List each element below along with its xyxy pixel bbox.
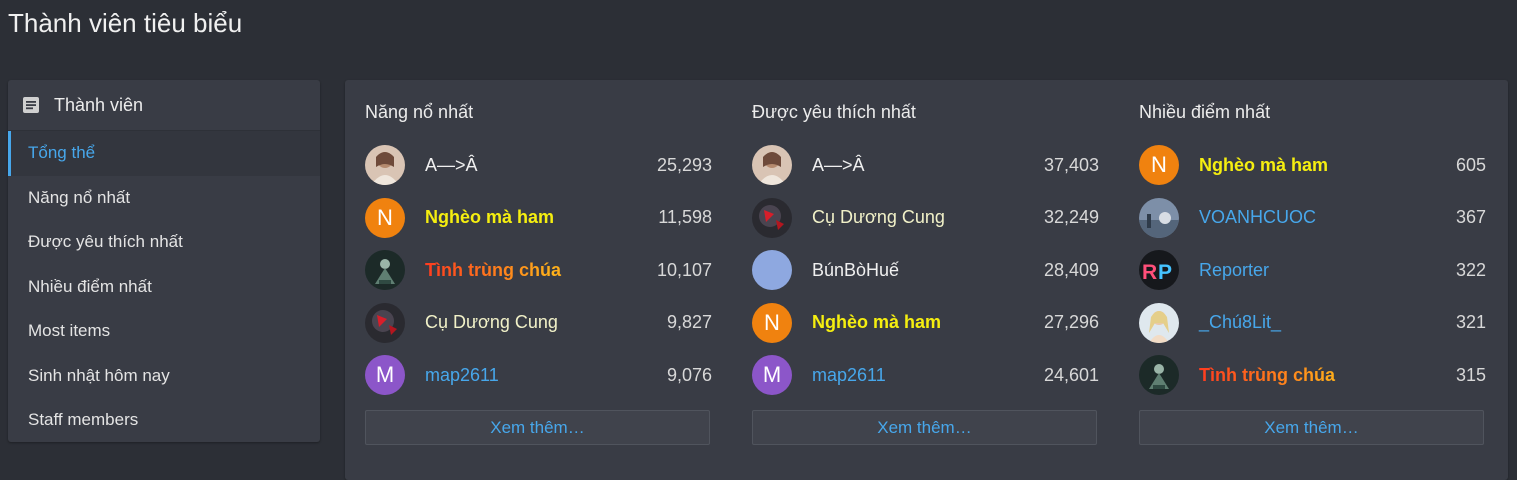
sidebar-header: Thành viên xyxy=(8,80,320,131)
member-row: Tình trùng chúa 315 xyxy=(1139,355,1486,395)
see-more-button[interactable]: Xem thêm… xyxy=(365,410,710,445)
avatar-letter: N xyxy=(377,204,393,230)
sidebar-item-nang-no-nhat[interactable]: Năng nổ nhất xyxy=(8,176,320,221)
member-value: 28,409 xyxy=(1043,259,1099,280)
avatar[interactable] xyxy=(752,145,792,185)
sidebar-item-staff-members[interactable]: Staff members xyxy=(8,398,320,443)
member-name-link[interactable]: A—>Â xyxy=(812,155,1044,176)
member-name-link[interactable]: Tình trùng chúa xyxy=(1199,365,1456,386)
avatar-letter: N xyxy=(1151,152,1167,177)
column-title: Nhiều điểm nhất xyxy=(1139,102,1271,122)
member-value: 24,601 xyxy=(1043,364,1099,385)
member-name-link[interactable]: VOANHCUOC xyxy=(1199,207,1456,228)
svg-text:R: R xyxy=(1142,261,1157,284)
member-value: 605 xyxy=(1455,154,1486,175)
avatar[interactable] xyxy=(1139,197,1179,238)
avatar-letter: M xyxy=(375,362,395,387)
member-value: 9,827 xyxy=(666,312,712,332)
sidebar: Thành viên Tổng thể Năng nổ nhất Được yê… xyxy=(8,80,320,442)
avatar[interactable]: N xyxy=(365,197,405,238)
member-value: 315 xyxy=(1455,364,1486,385)
avatar[interactable]: RP xyxy=(1139,250,1179,290)
member-row: N Nghèo mà ham 605 xyxy=(1139,145,1486,185)
page-title: Thành viên tiêu biểu xyxy=(8,8,243,38)
main-panel: Năng nổ nhất A—>Â 25,293 N Nghèo mà ham 11,59… xyxy=(345,80,1508,480)
member-name-link[interactable]: Nghèo mà ham xyxy=(812,312,1044,333)
member-name-link[interactable]: map2611 xyxy=(425,365,667,386)
sidebar-header-label: Thành viên xyxy=(54,94,144,115)
member-row: _Chú8Lit_ 321 xyxy=(1139,302,1486,343)
member-name-link[interactable]: map2611 xyxy=(812,365,1044,386)
member-name-link[interactable]: Nghèo mà ham xyxy=(425,207,658,228)
avatar[interactable]: N xyxy=(752,302,792,343)
member-name-link[interactable]: A—>Â xyxy=(425,155,657,176)
member-row: N Nghèo mà ham 27,296 xyxy=(752,302,1099,343)
avatar[interactable] xyxy=(365,250,405,290)
sidebar-item-sinh-nhat-hom-nay[interactable]: Sinh nhật hôm nay xyxy=(8,354,320,399)
column-title: Năng nổ nhất xyxy=(365,102,474,122)
see-more-button[interactable]: Xem thêm… xyxy=(1139,410,1484,445)
member-name-link[interactable]: BúnBòHuế xyxy=(812,260,1044,281)
member-value: 11,598 xyxy=(658,207,712,227)
sidebar-item-duoc-yeu-thich-nhat[interactable]: Được yêu thích nhất xyxy=(8,220,320,265)
member-value: 9,076 xyxy=(666,364,712,385)
member-value: 321 xyxy=(1455,312,1486,332)
member-value: 27,296 xyxy=(1043,312,1099,332)
member-value: 37,403 xyxy=(1043,154,1099,175)
member-value: 367 xyxy=(1455,207,1486,227)
member-row: Mmap2611 9,076 xyxy=(365,355,712,395)
avatar[interactable] xyxy=(1139,302,1179,343)
avatar-letter: N xyxy=(764,309,780,335)
avatar[interactable]: M xyxy=(365,355,405,395)
list-document-icon xyxy=(22,96,40,114)
avatar[interactable] xyxy=(365,302,405,343)
avatar[interactable] xyxy=(752,250,792,290)
member-name-link[interactable]: Cụ Dương Cung xyxy=(812,207,1044,228)
member-row: Tình trùng chúa 10,107 xyxy=(365,250,712,290)
member-row: Cụ Dương Cung 9,827 xyxy=(365,302,712,343)
member-name-link[interactable]: Cụ Dương Cung xyxy=(425,312,667,333)
member-value: 32,249 xyxy=(1043,207,1099,227)
see-more-button[interactable]: Xem thêm… xyxy=(752,410,1097,445)
avatar-letter: M xyxy=(762,362,782,387)
member-name-link[interactable]: Nghèo mà ham xyxy=(1199,155,1456,176)
column-title: Được yêu thích nhất xyxy=(752,102,916,122)
member-name-link[interactable]: Reporter xyxy=(1199,260,1456,281)
member-row: Cụ Dương Cung 32,249 xyxy=(752,197,1099,238)
member-value: 322 xyxy=(1455,259,1486,280)
member-row: R P Reporter 322 xyxy=(1139,250,1486,290)
avatar[interactable]: N xyxy=(1139,145,1179,185)
sidebar-item-most-items[interactable]: Most items xyxy=(8,309,320,354)
member-name-link[interactable]: Tình trùng chúa xyxy=(425,260,657,281)
member-row: A—>Â 37,403 xyxy=(752,145,1099,185)
member-row: Mmap2611 24,601 xyxy=(752,355,1099,395)
member-name-link[interactable]: _Chú8Lit_ xyxy=(1199,312,1456,333)
avatar[interactable] xyxy=(1139,355,1179,395)
member-row: BúnBòHuế 28,409 xyxy=(752,250,1099,290)
avatar[interactable]: M xyxy=(752,355,792,395)
sidebar-item-nhieu-diem-nhat[interactable]: Nhiều điểm nhất xyxy=(8,265,320,310)
svg-text:P: P xyxy=(1158,261,1172,284)
sidebar-item-tong-the[interactable]: Tổng thể xyxy=(8,131,320,176)
member-row: N Nghèo mà ham 11,598 xyxy=(365,197,712,238)
avatar[interactable] xyxy=(365,145,405,185)
member-row: VOANHCUOC 367 xyxy=(1139,197,1486,238)
member-value: 25,293 xyxy=(656,154,712,175)
member-row: A—>Â 25,293 xyxy=(365,145,712,185)
member-value: 10,107 xyxy=(656,259,712,280)
avatar[interactable] xyxy=(752,197,792,238)
